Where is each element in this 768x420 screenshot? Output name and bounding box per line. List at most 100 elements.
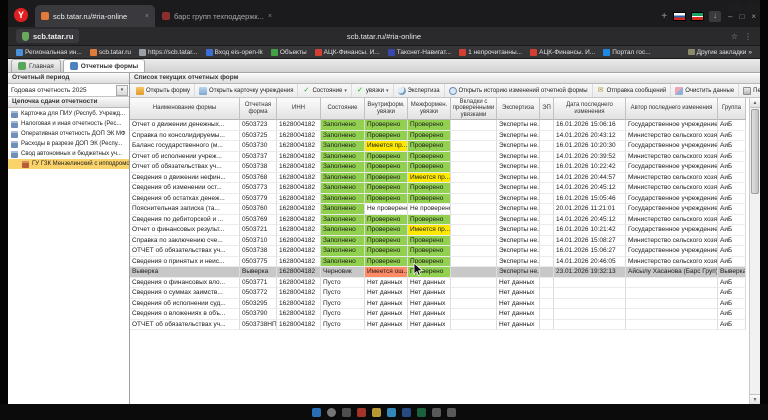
mail-app-icon[interactable] [387, 407, 396, 417]
table-row[interactable]: Сведения об исполнении суд... 0503295 1628… [130, 298, 749, 309]
cell [540, 267, 554, 278]
browser-icon[interactable] [357, 407, 366, 417]
app-icon[interactable] [447, 407, 456, 417]
tree-item[interactable]: Расходы в разрезе ДОП ЭК (Респу... [8, 139, 129, 149]
toolbar-button[interactable]: Отправка сообщений [593, 84, 672, 97]
search-icon[interactable] [327, 407, 336, 417]
toolbar-button[interactable]: Состояние▾ [298, 84, 352, 97]
bookmark-item[interactable]: Объекты [270, 48, 307, 56]
toolbar-button[interactable]: Открыть карточку учреждения [195, 84, 299, 97]
cell: 0503730 [240, 141, 277, 152]
column-header[interactable]: Экспертиза [497, 98, 540, 120]
tray-clock[interactable] [746, 3, 760, 12]
excel-app-icon[interactable] [417, 407, 426, 417]
cell: 1628004182 [277, 246, 321, 257]
table-row[interactable]: Выверка Выверка 1628004182 Черновик Имеется … [130, 267, 749, 278]
tree-item[interactable]: ГУ ГЗК Мензелинский с ипподромом [8, 159, 129, 169]
browser-tab[interactable]: барс групп техподдержк... × [156, 5, 278, 27]
table-row[interactable]: Пояснительная записка (та... 0503760 16280… [130, 204, 749, 215]
column-header[interactable]: Вкладки с проверенными увязками [451, 98, 497, 120]
table-row[interactable]: Сведения о принятых и неис... 0503775 1628… [130, 256, 749, 267]
column-header[interactable]: Наименование формы [130, 98, 240, 120]
bookmark-favicon [459, 48, 467, 56]
column-header[interactable]: Отчетная форма [240, 98, 277, 120]
table-row[interactable]: Баланс государственного (м... 0503730 1628… [130, 141, 749, 152]
cell: Черновик [321, 267, 365, 278]
cell: Сведения об изменении ост... [130, 183, 240, 194]
tree-item[interactable]: Карточка для ПИУ (Респуб. Учрежд... [8, 109, 129, 119]
bookmark-item[interactable]: Региональная ин... [16, 48, 82, 56]
column-header[interactable]: ЭП [540, 98, 554, 120]
column-header[interactable]: Состояние [321, 98, 365, 120]
tree-item[interactable]: Оперативная отчетность ДОП ЭК МФ [8, 129, 129, 139]
close-tab-icon[interactable]: × [145, 13, 149, 20]
table-row[interactable]: Отчет о финансовых результ... 0503721 1628… [130, 225, 749, 236]
bookmark-item[interactable]: Портал гос... [603, 48, 651, 56]
chevron-down-icon[interactable]: ▾ [116, 84, 128, 96]
table-row[interactable]: Сведения о суммах заимств... 0503772 16280… [130, 288, 749, 299]
table-row[interactable]: ОТЧЕТ об обязательствах уч... 0503738НП 16… [130, 319, 749, 330]
toolbar-button[interactable]: увязки▾ [352, 84, 394, 97]
close-tab-icon[interactable]: × [268, 13, 272, 20]
cell: Эксперты не... [497, 246, 540, 257]
state-check-icon [302, 87, 310, 95]
cell: Эксперты не... [497, 120, 540, 131]
tray-icon[interactable] [728, 3, 742, 12]
cell: 1628004182 [277, 309, 321, 320]
cell [451, 298, 497, 309]
bookmark-item[interactable]: АЦК-Финансы. И... [314, 48, 380, 56]
column-header[interactable]: Автор последнего изменения [626, 98, 718, 120]
tree-item[interactable]: Свод автономных и бюджетных уч... [8, 149, 129, 159]
yandex-browser-icon[interactable]: Y [14, 8, 28, 22]
column-header[interactable]: Межформен. увязки [408, 98, 451, 120]
bookmark-item[interactable]: Такснет-Навигат... [387, 48, 451, 56]
bookmark-item[interactable]: scb.tatar.ru [89, 48, 131, 56]
explorer-icon[interactable] [372, 407, 381, 417]
table-row[interactable]: Отчет об обязательствах уч... 0503738 1628… [130, 162, 749, 173]
table-row[interactable]: Справка по заключению сче... 0503710 16280… [130, 235, 749, 246]
bookmark-item[interactable]: https://scb.tatar... [139, 48, 198, 56]
downloads-icon[interactable]: ↓ [709, 11, 722, 22]
table-row[interactable]: Сведения о вложениях в объ... 0503790 1628… [130, 309, 749, 320]
table-row[interactable]: Сведения о финансовых вло... 0503771 16280… [130, 277, 749, 288]
flag-tatarstan-icon[interactable] [691, 12, 705, 21]
cell [540, 120, 554, 131]
toolbar-button[interactable]: Экспертиза [394, 84, 445, 97]
toolbar-button[interactable]: Открыть форму [132, 84, 196, 97]
cell [451, 267, 497, 278]
bookmark-item[interactable]: Вход eis-open-lk [205, 48, 263, 56]
task-view-icon[interactable] [342, 407, 351, 417]
table-row[interactable]: Сведения об остатках денеж... 0503779 1628… [130, 193, 749, 204]
browser-tab[interactable]: scb.tatar.ru/#ria-online × [35, 5, 155, 27]
tree-item[interactable]: Налоговая и иная отчетность (Рес... [8, 119, 129, 129]
app-tab-report-forms[interactable]: Отчетные формы [62, 59, 146, 72]
column-header[interactable]: ИНН [277, 98, 321, 120]
table-row[interactable]: ОТЧЕТ об обязательствах уч... 0503738 1628… [130, 246, 749, 257]
cell: Нет данных [365, 319, 408, 330]
cell: Проверено [365, 235, 408, 246]
column-header[interactable]: Дата последнего изменения [554, 98, 626, 120]
column-header[interactable]: Внутриформ. увязки [365, 98, 408, 120]
start-icon[interactable] [312, 407, 321, 417]
bookmark-item[interactable]: 1 непрочитанны... [459, 48, 522, 56]
bookmark-item[interactable]: АЦК-Финансы. И... [530, 48, 595, 56]
table-row[interactable]: Отчет о движении денежных... 0503723 16280… [130, 120, 749, 131]
site-identity-chip[interactable]: scb.tatar.ru [16, 29, 80, 43]
app-tab-home[interactable]: Главная [11, 59, 61, 72]
app-icon[interactable] [432, 407, 441, 417]
period-select[interactable]: Годовая отчетность 2025 ▾ [8, 84, 129, 97]
table-row[interactable]: Сведения по дебиторской и ... 0503769 1628… [130, 214, 749, 225]
address-bar[interactable]: scb.tatar.ru scb.tatar.ru/#ria-online ☆ … [8, 27, 760, 46]
new-tab-button[interactable]: + [661, 11, 667, 22]
cell: Нет данных [497, 277, 540, 288]
bookmark-star-icon[interactable]: ☆ [731, 32, 738, 41]
flag-ru-icon[interactable] [673, 12, 687, 21]
toolbar-button[interactable]: Открыть историю изменений отчетной формы [445, 84, 593, 97]
cell: Заполнено [321, 141, 365, 152]
more-options-icon[interactable]: ⋮ [744, 32, 752, 41]
word-app-icon[interactable] [402, 407, 411, 417]
table-row[interactable]: Справка по консолидируемы... 0503725 16280… [130, 130, 749, 141]
table-row[interactable]: Отчет об исполнении учреж... 0503737 16280… [130, 151, 749, 162]
table-row[interactable]: Сведения о движении нефин... 0503768 16280… [130, 172, 749, 183]
table-row[interactable]: Сведения об изменении ост... 0503773 16280… [130, 183, 749, 194]
